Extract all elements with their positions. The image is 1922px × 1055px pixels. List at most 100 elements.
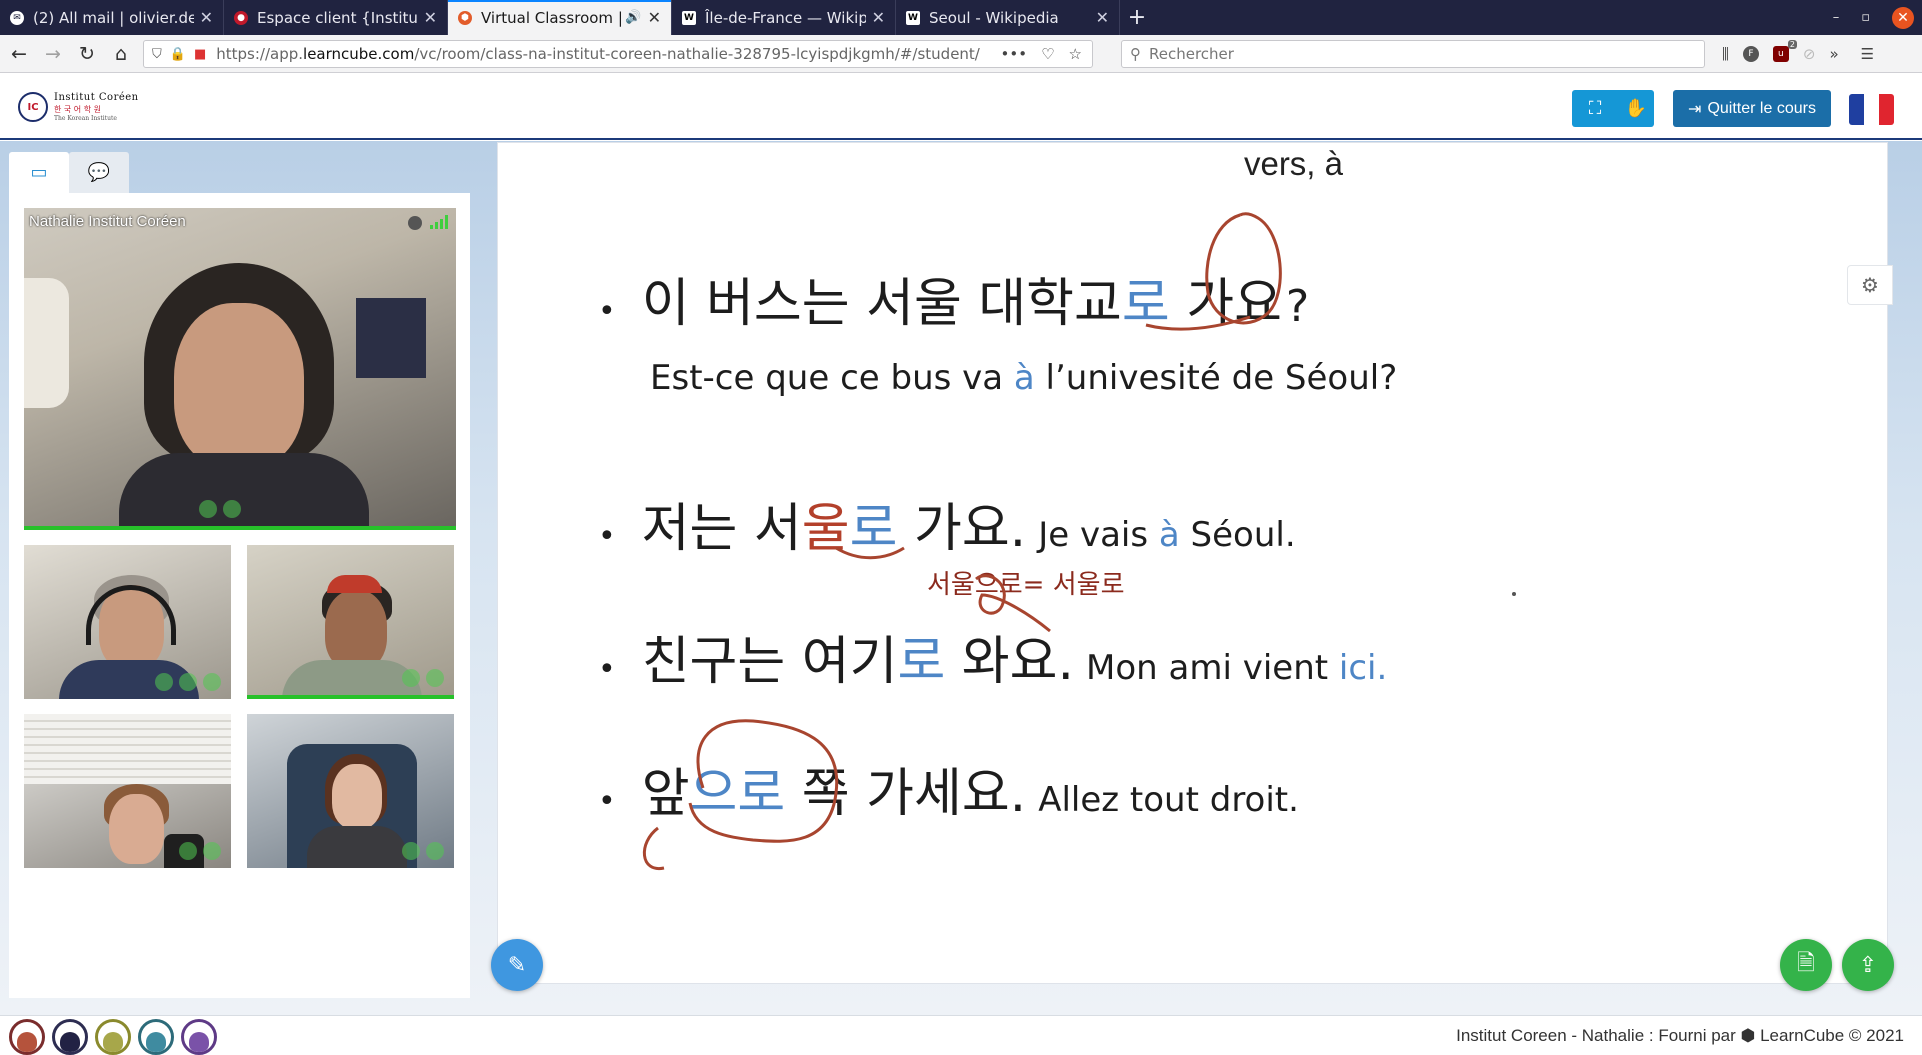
close-icon[interactable]: ✕ xyxy=(872,8,885,27)
logo-line2: 한 국 어 학 원 xyxy=(54,105,101,114)
french-translation: Allez tout droit. xyxy=(1038,780,1299,820)
fullscreen-icon: ⛶ xyxy=(1588,98,1602,119)
camera-icon[interactable] xyxy=(223,500,241,518)
tab-label: (2) All mail | olivier.dema xyxy=(33,8,194,27)
tab-virtual-classroom[interactable]: ⬢ Virtual Classroom | Le 🔊 ✕ xyxy=(448,0,672,35)
camera-icon[interactable] xyxy=(426,669,444,687)
camera-icon[interactable] xyxy=(426,842,444,860)
camera-icon[interactable] xyxy=(179,673,197,691)
camera-icon[interactable] xyxy=(203,842,221,860)
menu-icon[interactable]: ☰ xyxy=(1861,45,1874,63)
forward-icon[interactable]: → xyxy=(38,39,68,69)
ublock-icon[interactable]: u2 xyxy=(1772,40,1797,62)
restore-icon[interactable]: ▫ xyxy=(1861,10,1870,25)
tab-label: Seoul - Wikipedia xyxy=(929,8,1059,27)
ink-dot xyxy=(1512,592,1516,596)
close-icon[interactable]: ✕ xyxy=(648,8,661,27)
overflow-icon[interactable]: » xyxy=(1829,45,1838,63)
tab-espace-client[interactable]: ● Espace client {Institut Co ✕ xyxy=(224,0,448,35)
cap-shape xyxy=(327,575,382,593)
reload-icon[interactable]: ↻ xyxy=(72,39,102,69)
search-input[interactable]: ⚲ Rechercher xyxy=(1121,40,1705,68)
bullet-icon: • xyxy=(598,784,616,819)
exit-icon: ⇥ xyxy=(1688,100,1702,118)
home-icon[interactable]: ⌂ xyxy=(106,39,136,69)
french-translation: Mon ami vient ici. xyxy=(1086,648,1388,688)
avatar[interactable] xyxy=(95,1019,131,1055)
mic-icon[interactable] xyxy=(402,842,420,860)
video-controls xyxy=(402,669,444,687)
footer-credit: Institut Coreen - Nathalie : Fourni par … xyxy=(1456,1026,1904,1045)
blinds-shape xyxy=(24,714,231,784)
participant-tile[interactable] xyxy=(247,714,454,868)
quit-class-button[interactable]: ⇥ Quitter le cours xyxy=(1673,90,1831,127)
toolbar-icons: ⫼ F u2 ⊘ » ☰ xyxy=(1722,40,1874,68)
tab-ile-de-france[interactable]: W Île-de-France — Wikipéd ✕ xyxy=(672,0,896,35)
logo-line1: Institut Coréen xyxy=(54,92,139,103)
pocket-icon[interactable]: ♡ xyxy=(1041,45,1054,63)
avatar[interactable] xyxy=(9,1019,45,1055)
mic-icon[interactable] xyxy=(402,669,420,687)
bookmark-star-icon[interactable]: ☆ xyxy=(1069,45,1082,63)
slide-heading: vers, à xyxy=(1243,145,1344,182)
tab-video[interactable]: ▭ xyxy=(9,152,69,193)
upload-button[interactable]: ⇪ xyxy=(1842,939,1894,991)
left-panel-tabs: ▭ 💬 xyxy=(9,152,129,193)
signal-strength-icon xyxy=(430,215,448,229)
slide-bullet-1: • 이 버스는 서울 대학교로 가요 ? xyxy=(598,261,1309,336)
avatar[interactable] xyxy=(181,1019,217,1055)
library-icon[interactable]: ⫼ xyxy=(1722,45,1729,63)
french-translation-1: Est-ce que ce bus va à l’univesité de Sé… xyxy=(650,358,1398,398)
bullet-icon: • xyxy=(598,519,616,554)
bullet-icon: • xyxy=(598,294,616,329)
url-bar[interactable]: ⛉ 🔒 ■ https://app.learncube.com/vc/room/… xyxy=(143,40,1093,68)
back-icon[interactable]: ← xyxy=(4,39,34,69)
question-mark: ? xyxy=(1285,281,1310,332)
extension-icon[interactable]: F xyxy=(1742,46,1759,62)
screen-icon[interactable] xyxy=(203,673,221,691)
mic-icon[interactable] xyxy=(155,673,173,691)
main-video-tile[interactable]: Nathalie Institut Coréen xyxy=(24,208,456,530)
participant-tile[interactable] xyxy=(24,545,231,699)
close-icon[interactable]: ✕ xyxy=(200,8,213,27)
tab-all-mail[interactable]: ✉ (2) All mail | olivier.dema ✕ xyxy=(0,0,224,35)
speaker-icon[interactable]: 🔊 xyxy=(625,10,641,25)
lock-icon[interactable]: 🔒 xyxy=(170,47,186,62)
wikipedia-icon: W xyxy=(682,10,696,25)
close-icon[interactable]: ✕ xyxy=(424,8,437,27)
camera-permission-icon[interactable]: ■ xyxy=(194,47,206,62)
raise-hand-button[interactable]: ✋ xyxy=(1618,90,1654,127)
tab-chat[interactable]: 💬 xyxy=(69,152,129,193)
video-camera-icon: ▭ xyxy=(30,162,48,183)
settings-gear-icon[interactable]: ⚙ xyxy=(1847,265,1893,305)
page-actions-icon[interactable]: ••• xyxy=(1001,45,1028,63)
extension-dim-icon[interactable]: ⊘ xyxy=(1803,45,1816,63)
slide-bullet-4: • 앞으로 쪽 가세요. Allez tout droit. xyxy=(598,751,1299,826)
new-tab-button[interactable]: + xyxy=(1120,0,1154,35)
tab-label: Île-de-France — Wikipéd xyxy=(705,8,866,27)
draw-tool-button[interactable]: ✎ xyxy=(491,939,543,991)
face-shape xyxy=(109,794,164,864)
participant-tile[interactable] xyxy=(24,714,231,868)
mail-icon: ✉ xyxy=(10,10,24,25)
minimize-icon[interactable]: – xyxy=(1833,10,1840,25)
korean-sentence: 친구는 여기로 와요. xyxy=(641,632,1075,692)
mic-icon[interactable] xyxy=(179,842,197,860)
footer-bar: Institut Coreen - Nathalie : Fourni par … xyxy=(0,1015,1922,1055)
tab-label: Espace client {Institut Co xyxy=(257,8,418,27)
window-close-button[interactable]: ✕ xyxy=(1892,6,1914,29)
mic-icon[interactable] xyxy=(199,500,217,518)
fullscreen-button[interactable]: ⛶ xyxy=(1572,90,1618,127)
url-text[interactable]: https://app.learncube.com/vc/room/class-… xyxy=(216,45,980,63)
add-document-button[interactable]: 🗎 xyxy=(1780,939,1832,991)
shield-icon[interactable]: ⛉ xyxy=(152,47,162,62)
avatar[interactable] xyxy=(138,1019,174,1055)
participant-tile[interactable] xyxy=(247,545,454,699)
hand-icon: ✋ xyxy=(1624,98,1648,119)
chat-icon: 💬 xyxy=(87,162,111,183)
tab-seoul[interactable]: W Seoul - Wikipedia ✕ xyxy=(896,0,1120,35)
close-icon[interactable]: ✕ xyxy=(1096,8,1109,27)
avatar[interactable] xyxy=(52,1019,88,1055)
whiteboard-slide[interactable]: vers, à • 이 버스는 서울 대학교로 가요 ? Est-ce que … xyxy=(497,142,1888,984)
french-flag-icon[interactable] xyxy=(1849,94,1894,125)
